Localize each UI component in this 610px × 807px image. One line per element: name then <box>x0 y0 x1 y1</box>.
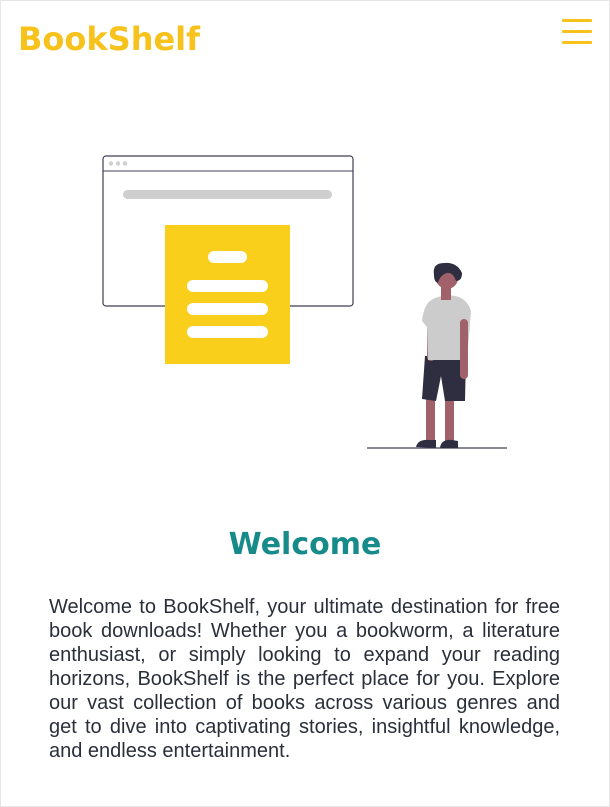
brand-logo[interactable]: BookShelf <box>18 19 200 59</box>
welcome-title: Welcome <box>228 527 382 562</box>
top-navbar: BookShelf <box>1 1 609 79</box>
welcome-paragraph: Welcome to BookShelf, your ultimate dest… <box>49 596 560 762</box>
hero-illustration <box>96 151 516 456</box>
person-graphic <box>416 262 471 448</box>
hamburger-menu-button[interactable] <box>560 17 594 47</box>
person-viewing-web-page-illustration <box>102 155 507 449</box>
document-card-graphic <box>165 225 290 364</box>
page: BookShelf Welcome Welcome to BookShelf, … <box>0 0 610 807</box>
